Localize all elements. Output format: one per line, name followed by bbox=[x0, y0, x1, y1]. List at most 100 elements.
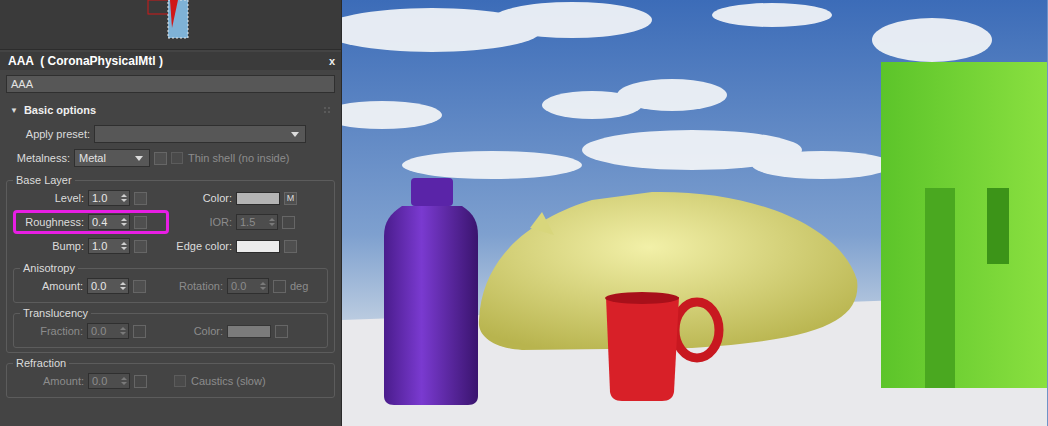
rollout-header[interactable]: ▼ Basic options bbox=[6, 102, 335, 118]
material-parameters: AAA ( CoronaPhysicalMtl ) x AAA ▼ Basic opti… bbox=[0, 50, 341, 426]
spinner-field: Roughness: 0.4 bbox=[13, 210, 169, 234]
spinner-input[interactable]: 0.0 bbox=[88, 373, 130, 389]
rollout: ▼Basic optionsApply preset:Metalness:Met… bbox=[6, 102, 335, 398]
map-button[interactable] bbox=[154, 152, 167, 165]
title-bar: AAA ( CoronaPhysicalMtl ) x bbox=[0, 52, 341, 70]
spinner-input[interactable]: 0.0 bbox=[87, 323, 129, 339]
field-label: IOR: bbox=[174, 216, 232, 228]
field-label: Fraction: bbox=[25, 325, 83, 337]
spinner-arrows-icon[interactable] bbox=[121, 217, 127, 227]
cup bbox=[606, 297, 679, 401]
field-label: Level: bbox=[18, 192, 84, 204]
spinner-input[interactable]: 1.0 bbox=[88, 238, 130, 254]
metalness-dropdown[interactable]: Metal bbox=[74, 149, 150, 167]
map-button[interactable] bbox=[134, 192, 147, 205]
field-row: Bump: 1.0 Edge color: bbox=[13, 234, 328, 258]
rollout-title: Basic options bbox=[24, 104, 96, 116]
spinner-field: Amount:0.0 bbox=[13, 369, 169, 393]
preset-label: Apply preset: bbox=[12, 128, 90, 140]
field-label: Color: bbox=[173, 325, 223, 337]
dropdown-arrow-icon bbox=[135, 156, 143, 161]
bottle bbox=[384, 206, 478, 405]
spinner-arrows-icon[interactable] bbox=[121, 193, 127, 203]
unit-label: deg bbox=[290, 280, 308, 292]
map-button[interactable] bbox=[134, 216, 147, 229]
metalness-row: Metalness: Metal Thin shell (no inside) bbox=[6, 146, 335, 170]
field-row: Amount:0.0 Caustics (slow) bbox=[13, 369, 328, 393]
checkbox-row[interactable]: Caustics (slow) bbox=[174, 375, 266, 387]
base-layer-group: Base Layer Level: 1.0 Color: M Roughness: 0.4 I… bbox=[6, 174, 335, 353]
refraction-group: RefractionAmount:0.0 Caustics (slow) bbox=[6, 357, 335, 398]
field-row: Fraction: 0.0 Color: bbox=[20, 319, 321, 343]
spinner-arrows-icon[interactable] bbox=[260, 281, 266, 291]
thin-shell-label: Thin shell (no inside) bbox=[188, 152, 290, 164]
spinner-input[interactable]: 0.4 bbox=[88, 214, 130, 230]
grip-icon[interactable] bbox=[323, 106, 331, 114]
bottle-cap bbox=[411, 178, 453, 206]
subgroup: Translucency Fraction: 0.0 Color: bbox=[13, 307, 328, 348]
map-button[interactable] bbox=[284, 240, 297, 253]
color-swatch[interactable] bbox=[236, 192, 280, 205]
checkbox-label: Caustics (slow) bbox=[191, 375, 266, 387]
map-button[interactable] bbox=[273, 280, 286, 293]
color-field: Color: bbox=[168, 321, 321, 342]
material-node-icon[interactable] bbox=[146, 0, 196, 40]
color-swatch[interactable] bbox=[236, 240, 280, 253]
field-row: Level: 1.0 Color: M bbox=[13, 186, 328, 210]
spinner-arrows-icon[interactable] bbox=[121, 376, 127, 386]
field-label: Rotation: bbox=[173, 280, 223, 292]
render-image bbox=[342, 0, 1047, 426]
spinner-arrows-icon[interactable] bbox=[120, 326, 126, 336]
spinner-arrows-icon[interactable] bbox=[120, 281, 126, 291]
map-button[interactable] bbox=[134, 240, 147, 253]
map-button[interactable]: M bbox=[284, 192, 297, 205]
render-viewport bbox=[342, 0, 1048, 426]
spinner-input[interactable]: 0.0 bbox=[87, 278, 129, 294]
field-label: Roughness: bbox=[18, 216, 84, 228]
cup-handle bbox=[675, 302, 719, 358]
spinner-input[interactable]: 1.0 bbox=[88, 190, 130, 206]
spinner-field: Level: 1.0 bbox=[13, 186, 169, 210]
app: AAA ( CoronaPhysicalMtl ) x AAA ▼ Basic opti… bbox=[0, 0, 1048, 426]
green-box bbox=[881, 62, 1047, 388]
spinner-field: Amount: 0.0 bbox=[20, 274, 168, 298]
map-button[interactable] bbox=[134, 375, 147, 388]
thin-shell-checkbox-row[interactable]: Thin shell (no inside) bbox=[171, 152, 290, 164]
color-swatch[interactable] bbox=[227, 325, 271, 338]
dropdown-arrow-icon bbox=[291, 132, 299, 137]
color-field: Color: M bbox=[169, 188, 328, 209]
group-title: Base Layer bbox=[13, 174, 75, 186]
spinner-input[interactable]: 0.0 bbox=[227, 278, 269, 294]
subgroup: Anisotropy Amount: 0.0 Rotation: 0.0 deg bbox=[13, 262, 328, 303]
close-button[interactable]: x bbox=[329, 55, 335, 67]
spinner-field: Bump: 1.0 bbox=[13, 234, 169, 258]
map-button[interactable] bbox=[275, 325, 288, 338]
group-title: Anisotropy bbox=[20, 262, 78, 274]
checkbox-field: Caustics (slow) bbox=[169, 371, 328, 391]
field-label: Amount: bbox=[25, 280, 83, 292]
field-label: Color: bbox=[174, 192, 232, 204]
checkbox[interactable] bbox=[174, 375, 186, 387]
spinner-input[interactable]: 1.5 bbox=[236, 214, 278, 230]
rollout-toggle[interactable]: ▼ bbox=[10, 106, 18, 115]
field-label: Edge color: bbox=[174, 240, 232, 252]
color-field: Edge color: bbox=[169, 236, 328, 257]
spinner-field: Fraction: 0.0 bbox=[20, 319, 168, 343]
preset-dropdown[interactable] bbox=[94, 125, 306, 143]
preset-row: Apply preset: bbox=[6, 122, 335, 146]
field-row: Amount: 0.0 Rotation: 0.0 deg bbox=[20, 274, 321, 298]
spinner-arrows-icon[interactable] bbox=[269, 217, 275, 227]
node-view bbox=[0, 0, 341, 50]
material-name-field[interactable]: AAA bbox=[6, 75, 335, 93]
group-title: Translucency bbox=[20, 307, 91, 319]
rollout-body: Apply preset: Metalness: Metal Thin shell (… bbox=[6, 118, 335, 398]
thin-shell-checkbox[interactable] bbox=[171, 152, 183, 164]
map-button[interactable] bbox=[133, 325, 146, 338]
map-button[interactable] bbox=[133, 280, 146, 293]
field-label: Bump: bbox=[18, 240, 84, 252]
map-button[interactable] bbox=[282, 216, 295, 229]
spinner-arrows-icon[interactable] bbox=[121, 241, 127, 251]
group-title: Refraction bbox=[13, 357, 69, 369]
metalness-label: Metalness: bbox=[12, 152, 70, 164]
title-text: AAA ( CoronaPhysicalMtl ) bbox=[8, 54, 163, 68]
